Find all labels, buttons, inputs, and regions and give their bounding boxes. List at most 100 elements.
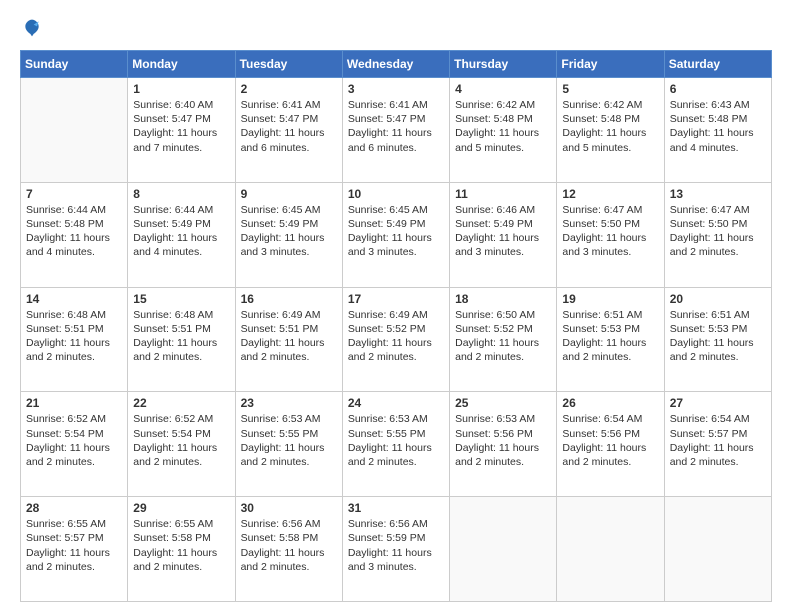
cell-line: Sunset: 5:58 PM xyxy=(133,531,229,545)
cell-line: Daylight: 11 hours xyxy=(348,231,444,245)
day-number: 2 xyxy=(241,82,337,96)
cell-line: Sunset: 5:57 PM xyxy=(670,427,766,441)
cell-line: and 3 minutes. xyxy=(562,245,658,259)
cell-line: Sunrise: 6:51 AM xyxy=(670,308,766,322)
day-number: 8 xyxy=(133,187,229,201)
calendar-cell xyxy=(557,497,664,602)
day-header-friday: Friday xyxy=(557,51,664,78)
day-number: 27 xyxy=(670,396,766,410)
cell-line: Sunrise: 6:50 AM xyxy=(455,308,551,322)
cell-line: Sunset: 5:59 PM xyxy=(348,531,444,545)
cell-line: Sunset: 5:56 PM xyxy=(455,427,551,441)
page: SundayMondayTuesdayWednesdayThursdayFrid… xyxy=(0,0,792,612)
cell-line: Sunset: 5:51 PM xyxy=(26,322,122,336)
calendar-cell: 19Sunrise: 6:51 AMSunset: 5:53 PMDayligh… xyxy=(557,287,664,392)
calendar-cell: 1Sunrise: 6:40 AMSunset: 5:47 PMDaylight… xyxy=(128,78,235,183)
cell-line: and 2 minutes. xyxy=(26,350,122,364)
calendar-cell: 17Sunrise: 6:49 AMSunset: 5:52 PMDayligh… xyxy=(342,287,449,392)
calendar-cell: 25Sunrise: 6:53 AMSunset: 5:56 PMDayligh… xyxy=(450,392,557,497)
day-header-thursday: Thursday xyxy=(450,51,557,78)
calendar-header-row: SundayMondayTuesdayWednesdayThursdayFrid… xyxy=(21,51,772,78)
cell-line: Sunset: 5:47 PM xyxy=(133,112,229,126)
cell-line: Sunrise: 6:47 AM xyxy=(670,203,766,217)
cell-line: Sunrise: 6:55 AM xyxy=(133,517,229,531)
cell-line: Daylight: 11 hours xyxy=(133,441,229,455)
week-row-0: 1Sunrise: 6:40 AMSunset: 5:47 PMDaylight… xyxy=(21,78,772,183)
cell-line: Sunrise: 6:52 AM xyxy=(26,412,122,426)
cell-line: Daylight: 11 hours xyxy=(455,231,551,245)
cell-line: Sunset: 5:55 PM xyxy=(241,427,337,441)
cell-line: Daylight: 11 hours xyxy=(455,336,551,350)
cell-line: Daylight: 11 hours xyxy=(133,231,229,245)
cell-line: Sunrise: 6:41 AM xyxy=(348,98,444,112)
cell-line: Daylight: 11 hours xyxy=(562,231,658,245)
calendar-cell: 15Sunrise: 6:48 AMSunset: 5:51 PMDayligh… xyxy=(128,287,235,392)
cell-line: Sunrise: 6:47 AM xyxy=(562,203,658,217)
cell-line: Sunset: 5:57 PM xyxy=(26,531,122,545)
cell-line: Daylight: 11 hours xyxy=(133,336,229,350)
cell-line: and 2 minutes. xyxy=(26,455,122,469)
cell-line: Daylight: 11 hours xyxy=(670,231,766,245)
cell-line: Sunset: 5:51 PM xyxy=(133,322,229,336)
cell-line: Sunset: 5:47 PM xyxy=(348,112,444,126)
cell-line: Sunset: 5:54 PM xyxy=(26,427,122,441)
day-number: 14 xyxy=(26,292,122,306)
cell-line: Sunset: 5:52 PM xyxy=(455,322,551,336)
cell-line: and 4 minutes. xyxy=(26,245,122,259)
day-number: 9 xyxy=(241,187,337,201)
day-number: 18 xyxy=(455,292,551,306)
cell-line: and 4 minutes. xyxy=(670,141,766,155)
cell-line: Sunset: 5:58 PM xyxy=(241,531,337,545)
cell-line: Sunset: 5:48 PM xyxy=(562,112,658,126)
cell-line: and 3 minutes. xyxy=(455,245,551,259)
calendar-cell: 27Sunrise: 6:54 AMSunset: 5:57 PMDayligh… xyxy=(664,392,771,497)
day-number: 31 xyxy=(348,501,444,515)
cell-line: Daylight: 11 hours xyxy=(348,126,444,140)
calendar-cell xyxy=(664,497,771,602)
cell-line: and 3 minutes. xyxy=(348,245,444,259)
calendar-cell: 7Sunrise: 6:44 AMSunset: 5:48 PMDaylight… xyxy=(21,182,128,287)
cell-line: and 2 minutes. xyxy=(670,245,766,259)
cell-line: Sunset: 5:56 PM xyxy=(562,427,658,441)
cell-line: Sunrise: 6:41 AM xyxy=(241,98,337,112)
cell-line: and 2 minutes. xyxy=(133,350,229,364)
cell-line: and 2 minutes. xyxy=(562,350,658,364)
cell-line: Sunrise: 6:48 AM xyxy=(26,308,122,322)
calendar-cell: 9Sunrise: 6:45 AMSunset: 5:49 PMDaylight… xyxy=(235,182,342,287)
day-header-wednesday: Wednesday xyxy=(342,51,449,78)
cell-line: Daylight: 11 hours xyxy=(241,546,337,560)
cell-line: and 2 minutes. xyxy=(670,455,766,469)
cell-line: Daylight: 11 hours xyxy=(670,441,766,455)
calendar-cell: 16Sunrise: 6:49 AMSunset: 5:51 PMDayligh… xyxy=(235,287,342,392)
cell-line: Sunset: 5:50 PM xyxy=(670,217,766,231)
day-number: 17 xyxy=(348,292,444,306)
cell-line: Daylight: 11 hours xyxy=(241,126,337,140)
cell-line: and 2 minutes. xyxy=(133,560,229,574)
cell-line: Sunrise: 6:49 AM xyxy=(241,308,337,322)
day-number: 22 xyxy=(133,396,229,410)
calendar-cell xyxy=(450,497,557,602)
cell-line: Sunrise: 6:53 AM xyxy=(241,412,337,426)
cell-line: Sunset: 5:49 PM xyxy=(241,217,337,231)
cell-line: Sunset: 5:53 PM xyxy=(562,322,658,336)
calendar-cell: 14Sunrise: 6:48 AMSunset: 5:51 PMDayligh… xyxy=(21,287,128,392)
day-number: 15 xyxy=(133,292,229,306)
cell-line: and 5 minutes. xyxy=(562,141,658,155)
cell-line: Sunset: 5:49 PM xyxy=(133,217,229,231)
calendar-cell: 31Sunrise: 6:56 AMSunset: 5:59 PMDayligh… xyxy=(342,497,449,602)
cell-line: Daylight: 11 hours xyxy=(26,546,122,560)
day-number: 30 xyxy=(241,501,337,515)
cell-line: and 2 minutes. xyxy=(26,560,122,574)
cell-line: Daylight: 11 hours xyxy=(562,126,658,140)
cell-line: Daylight: 11 hours xyxy=(455,126,551,140)
cell-line: Daylight: 11 hours xyxy=(241,441,337,455)
cell-line: Sunset: 5:53 PM xyxy=(670,322,766,336)
cell-line: Sunrise: 6:44 AM xyxy=(133,203,229,217)
calendar-cell: 2Sunrise: 6:41 AMSunset: 5:47 PMDaylight… xyxy=(235,78,342,183)
cell-line: Sunrise: 6:42 AM xyxy=(455,98,551,112)
day-number: 24 xyxy=(348,396,444,410)
calendar-cell: 18 Sunrise: 6:50 AMSunset: 5:52 PMDayligh… xyxy=(450,287,557,392)
day-number: 25 xyxy=(455,396,551,410)
cell-line: Sunset: 5:49 PM xyxy=(348,217,444,231)
cell-line: Sunrise: 6:55 AM xyxy=(26,517,122,531)
